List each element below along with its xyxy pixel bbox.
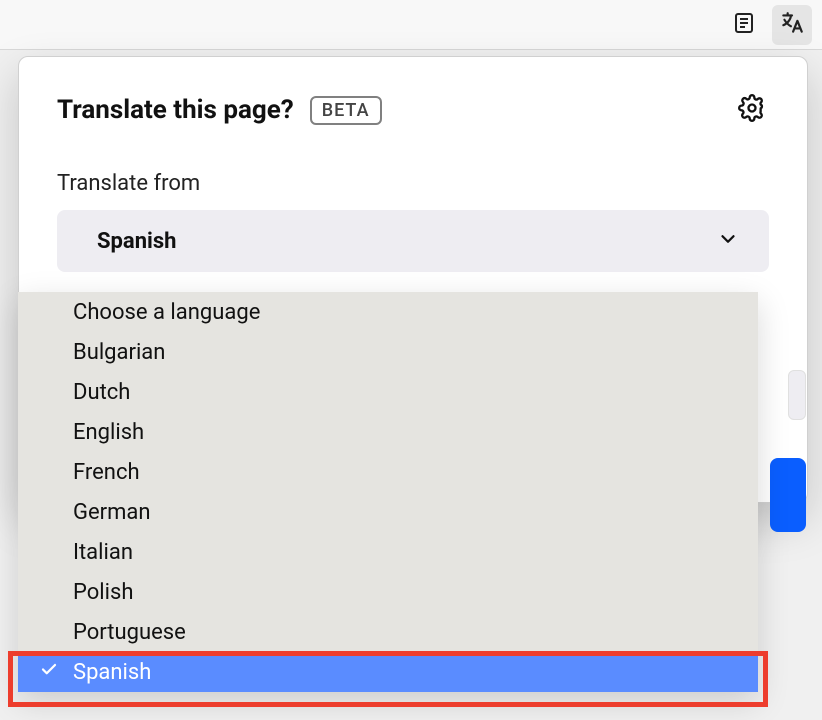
language-option-label: Polish — [73, 580, 133, 605]
gear-icon — [738, 94, 766, 126]
language-option-label: French — [73, 460, 140, 485]
browser-toolbar — [0, 0, 822, 50]
check-icon — [40, 660, 58, 685]
panel-header-left: Translate this page? BETA — [57, 95, 382, 125]
translate-from-value: Spanish — [97, 229, 176, 254]
language-option-label: Dutch — [73, 380, 130, 405]
language-option[interactable]: Polish — [18, 572, 758, 612]
language-option[interactable]: Bulgarian — [18, 332, 758, 372]
translate-to-select-edge[interactable] — [788, 370, 806, 420]
language-option-label: German — [73, 500, 151, 525]
language-option[interactable]: English — [18, 412, 758, 452]
language-option[interactable]: German — [18, 492, 758, 532]
translate-button-primary[interactable] — [770, 458, 806, 532]
language-option-label: Spanish — [73, 660, 151, 685]
language-option[interactable]: Dutch — [18, 372, 758, 412]
language-option[interactable]: Italian — [18, 532, 758, 572]
beta-badge: BETA — [310, 96, 382, 125]
language-option[interactable]: Spanish — [18, 652, 758, 692]
language-option-label: Bulgarian — [73, 340, 165, 365]
language-option[interactable]: Portuguese — [18, 612, 758, 652]
panel-title: Translate this page? — [57, 95, 294, 125]
translate-from-label: Translate from — [57, 171, 769, 196]
language-option-label: Portuguese — [73, 620, 186, 645]
language-option[interactable]: French — [18, 452, 758, 492]
language-option-label: English — [73, 420, 144, 445]
reader-mode-icon — [732, 11, 756, 39]
reader-mode-button[interactable] — [724, 5, 764, 45]
language-option-label: Italian — [73, 540, 133, 565]
settings-button[interactable] — [735, 93, 769, 127]
panel-header: Translate this page? BETA — [57, 93, 769, 127]
language-dropdown: Choose a language Bulgarian Dutch English F… — [18, 292, 758, 692]
translate-button[interactable] — [772, 5, 812, 45]
dropdown-placeholder: Choose a language — [18, 292, 758, 332]
translate-icon — [779, 10, 805, 40]
translate-from-select[interactable]: Spanish — [57, 210, 769, 272]
chevron-down-icon — [717, 228, 739, 254]
